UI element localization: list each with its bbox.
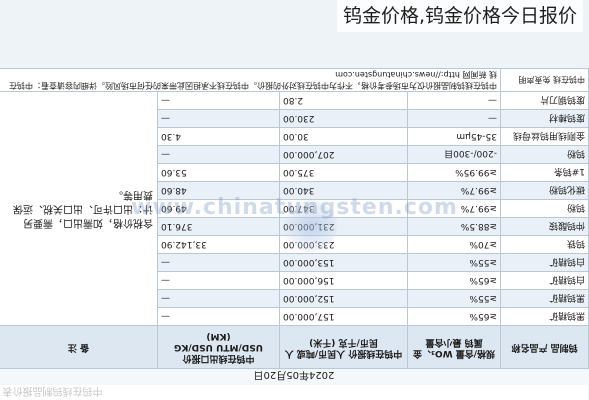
price-table-photo: 中钨在线钨制品报价表 2024年05月20日 钨制品 产品名称 规格/含量 WO… [0, 0, 589, 400]
table-row: 黑钨精矿 ≥65% 157,000.00— 含税价格，如需出口，需要另计：出口许可、出… [0, 91, 589, 326]
cell-spec: ≥88.5% [407, 217, 501, 236]
cell-price-usd: 53.60 [157, 163, 280, 182]
cell-price-usd: — [157, 109, 280, 128]
cell-price-cny: 156,000.00 [279, 271, 408, 290]
cell-price-usd: — [157, 253, 280, 272]
header-note: 备 注 [0, 325, 158, 369]
cell-spec: ≥70% [407, 235, 501, 254]
watermark: www.chinatungsten.com [131, 195, 458, 220]
cell-spec: — [407, 109, 501, 128]
cell-product: 废钨棒材 [500, 109, 589, 128]
table-title: 中钨在线钨制品报价表 [0, 385, 589, 400]
cell-price-usd: 376.10 [157, 217, 280, 236]
disclaimer-text: 中钨在线钨制品报价仅为市场参考价格，不作为中钨在线对外的报价。中钨在线不承担因此… [0, 68, 501, 92]
page-headline: 钨金价格,钨金价格今日报价 [336, 0, 583, 32]
cell-product: 仲钨酸铵 [500, 217, 589, 236]
cell-spec: — [407, 91, 501, 110]
cell-spec: 35-45μm [407, 127, 501, 146]
cell-price-cny: 30.00 [279, 127, 408, 146]
cell-product: 钨铁 [500, 235, 589, 254]
cell-spec: ≥55% [407, 289, 501, 308]
header-price-usd: 中钨在线出口报价 USD/MTU USD/KG (KM) [157, 325, 280, 369]
header-price-cny: 中钨在线报价 人民币/吨或 人民币/千克 (千米) [279, 325, 408, 369]
table-date: 2024年05月20日 [0, 368, 589, 385]
cell-product: 白钨精矿 [500, 253, 589, 272]
cell-price-cny: 153,000.00 [279, 253, 408, 272]
cell-product: 黑钨精矿 [500, 289, 589, 308]
cell-price-usd: 33,142.90 [157, 235, 280, 254]
header-product: 钨制品 产品名称 [500, 325, 589, 369]
cell-price-usd: — [157, 289, 280, 308]
cell-spec: ≥99.95% [407, 163, 501, 182]
cell-product: 1#钨条 [500, 163, 589, 182]
cell-product: 黑钨精矿 [500, 307, 589, 326]
cell-product: 钨粉 [500, 145, 589, 164]
cell-spec: ≥55% [407, 253, 501, 272]
cell-price-cny: 230.00 [279, 109, 408, 128]
cell-price-cny: 207,000.00 [279, 145, 408, 164]
cell-price-cny: 157,000.00 [279, 307, 408, 326]
cell-price-usd: — [157, 145, 280, 164]
cell-product: 废钨钢刀片 [500, 91, 589, 110]
cell-price-usd: — [157, 307, 280, 326]
header-spec: 规格/含量 WO₃、金属钨 最小含量 [407, 325, 501, 369]
disclaimer-label: 中钨在线 免责声明 [500, 68, 589, 92]
cell-product: 金刚线用钨丝母线 [500, 127, 589, 146]
cell-price-cny: 152,000.00 [279, 289, 408, 308]
cell-spec: ≥65% [407, 307, 501, 326]
cell-spec: -200/-300目 [407, 145, 501, 164]
cell-price-cny: 375.00 [279, 163, 408, 182]
cell-spec: ≥65% [407, 271, 501, 290]
cell-price-usd: 4.30 [157, 127, 280, 146]
cell-price-usd: — [157, 91, 280, 110]
cell-product: 白钨精矿 [500, 271, 589, 290]
cell-price-cny: 2.80 [279, 91, 408, 110]
cell-price-usd: — [157, 271, 280, 290]
